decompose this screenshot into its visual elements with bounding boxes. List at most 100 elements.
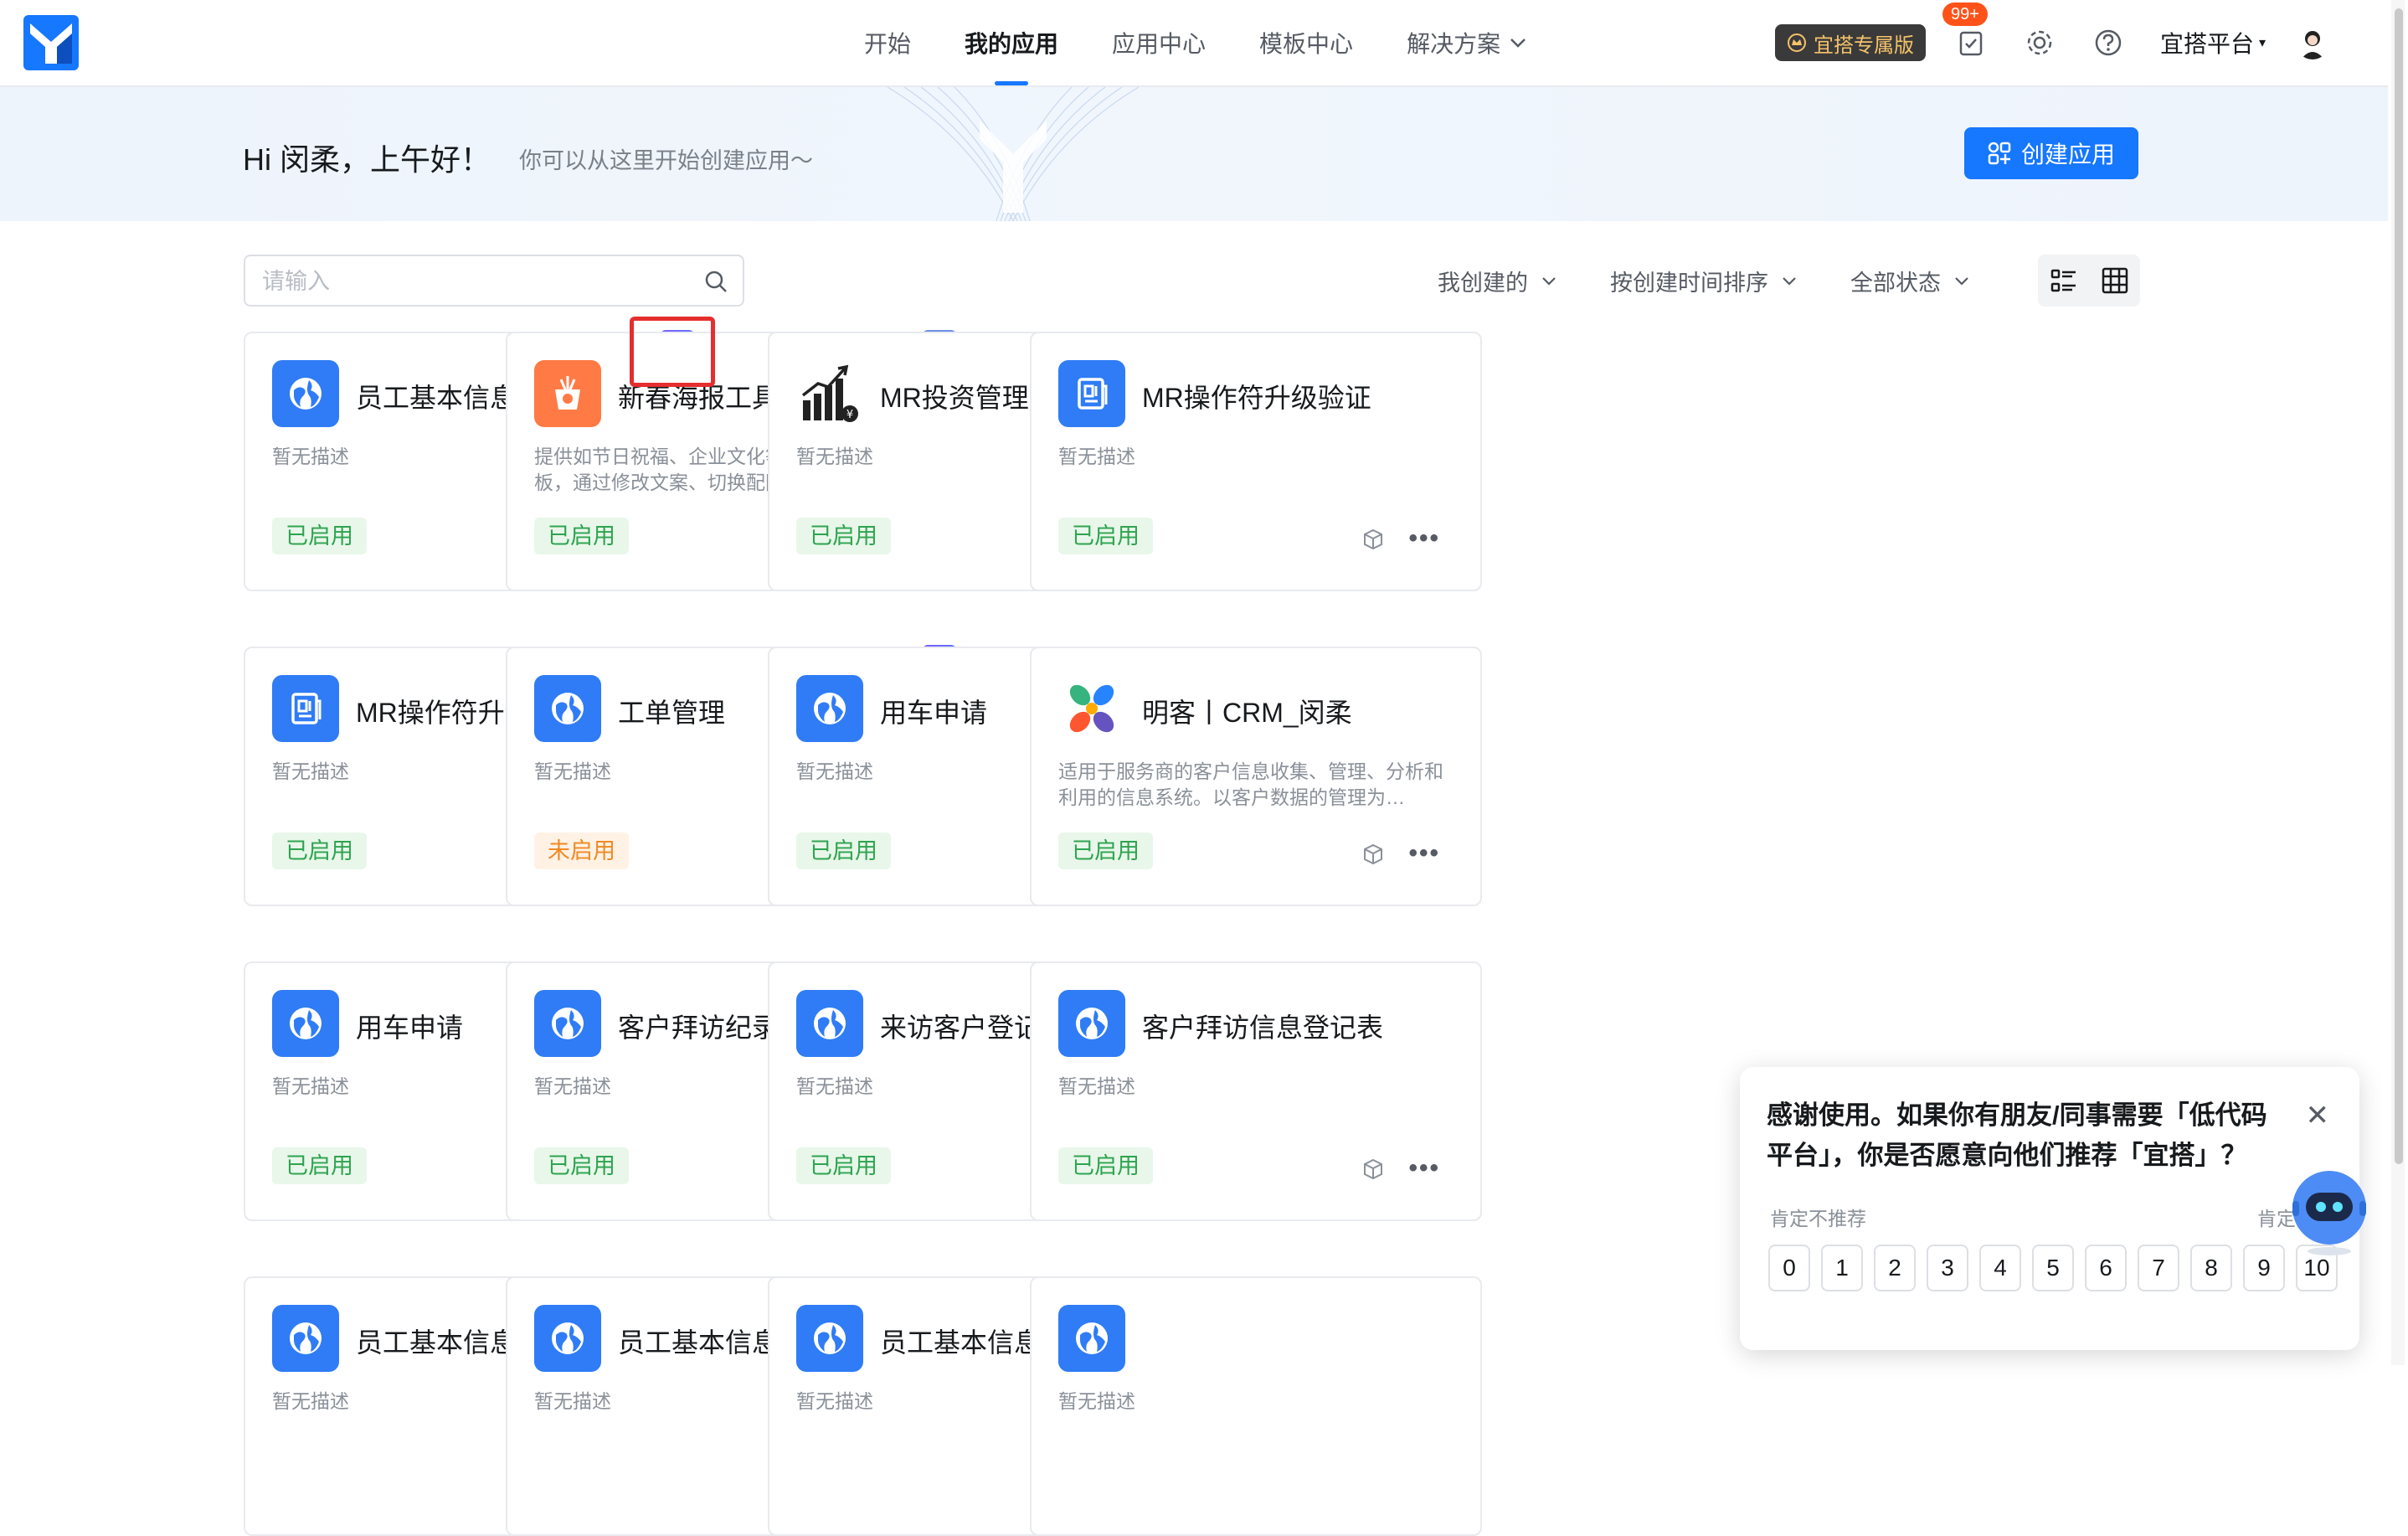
app-card[interactable]: 客户拜访信息登记表暂无描述已启用 ••• — [1030, 961, 1482, 1221]
notification-badge: 99+ — [1942, 3, 1988, 26]
app-description: 暂无描述 — [1058, 446, 1135, 467]
help-button[interactable] — [2092, 26, 2125, 59]
main-nav: 开始 我的应用 应用中心 模板中心 解决方案 — [837, 0, 1554, 85]
platform-switcher[interactable]: 宜搭平台 ▾ — [2160, 26, 2266, 59]
search-icon[interactable] — [704, 270, 728, 293]
caret-down-icon: ▾ — [2258, 36, 2266, 50]
yida-logo-icon[interactable] — [23, 15, 79, 70]
globe-icon — [1058, 1305, 1125, 1372]
question-icon — [2095, 29, 2122, 56]
notification-button[interactable]: 99+ — [1942, 3, 1988, 59]
score-option[interactable]: 7 — [2138, 1245, 2179, 1291]
cube-icon[interactable] — [1361, 1157, 1385, 1181]
score-option[interactable]: 8 — [2190, 1245, 2232, 1291]
score-low-label: 肯定不推荐 — [1770, 1208, 1866, 1229]
assistant-robot-icon[interactable] — [2289, 1167, 2369, 1258]
globe-icon — [272, 1305, 339, 1372]
chevron-down-icon — [1955, 277, 1968, 286]
globe-icon — [272, 990, 339, 1057]
score-option[interactable]: 0 — [1768, 1245, 1810, 1291]
globe-icon — [796, 990, 863, 1057]
search-box — [244, 255, 744, 307]
app-name: 客户拜访信息登记表 — [1142, 1013, 1384, 1043]
app-name: 用车申请 — [880, 698, 988, 728]
more-icon[interactable]: ••• — [1408, 1154, 1440, 1183]
status-badge: 已启用 — [1058, 1147, 1153, 1184]
globe-icon — [534, 990, 601, 1057]
view-toggle — [2038, 255, 2140, 307]
app-description: 暂无描述 — [1058, 1075, 1135, 1097]
app-name: 工单管理 — [618, 698, 726, 728]
document-icon — [1058, 360, 1125, 427]
status-badge: 已启用 — [1058, 518, 1153, 554]
apps-plus-icon — [1988, 142, 2011, 165]
score-option[interactable]: 6 — [2085, 1245, 2127, 1291]
app-name: 明客丨CRM_闵柔 — [1142, 698, 1352, 728]
avatar-image — [2296, 26, 2329, 59]
app-description: 适用于服务商的客户信息收集、管理、分析和利用的信息系统。以客户数据的管理为… — [1058, 760, 1443, 808]
score-option[interactable]: 1 — [1821, 1245, 1863, 1291]
nav-my-apps[interactable]: 我的应用 — [965, 0, 1058, 85]
status-badge: 已启用 — [796, 832, 891, 869]
nps-feedback-popup: 感谢使用。如果你有朋友/同事需要「低代码平台」，你是否愿意向他们推荐「宜搭」？ … — [1740, 1067, 2359, 1350]
greeting-subtitle: 你可以从这里开始创建应用～ — [519, 148, 813, 173]
cube-icon[interactable] — [1361, 843, 1385, 866]
annotation-highlight-box — [630, 317, 715, 387]
scrollbar-thumb[interactable] — [2395, 8, 2403, 1164]
svg-text:¥: ¥ — [846, 409, 853, 421]
status-badge: 已启用 — [272, 1147, 367, 1184]
investment-chart-icon: ¥ — [796, 360, 863, 427]
more-icon[interactable]: ••• — [1408, 839, 1440, 868]
status-badge: 已启用 — [1058, 832, 1153, 869]
nav-app-center[interactable]: 应用中心 — [1112, 0, 1206, 85]
cube-icon[interactable] — [1361, 528, 1385, 551]
globe-icon — [534, 675, 601, 742]
creator-filter[interactable]: 我创建的 — [1438, 265, 1558, 297]
more-icon[interactable]: ••• — [1408, 524, 1440, 553]
status-badge: 已启用 — [272, 832, 367, 869]
crm-logo-icon — [1058, 675, 1125, 742]
grid-view-icon[interactable] — [2101, 266, 2129, 295]
search-input[interactable] — [260, 268, 682, 296]
nav-template-center[interactable]: 模板中心 — [1259, 0, 1353, 85]
user-avatar[interactable] — [2296, 26, 2329, 59]
close-icon[interactable]: ✕ — [2306, 1099, 2330, 1132]
app-card[interactable]: MR操作符升级验证暂无描述已启用 ••• — [1030, 332, 1482, 591]
score-option[interactable]: 4 — [1979, 1245, 2021, 1291]
status-badge: 已启用 — [534, 518, 629, 554]
app-card[interactable]: 暂无描述 — [1030, 1276, 1482, 1536]
gear-icon — [2027, 30, 2052, 55]
app-name: MR投资管理 — [880, 383, 1029, 413]
score-option[interactable]: 2 — [1874, 1245, 1916, 1291]
score-option[interactable]: 3 — [1927, 1245, 1968, 1291]
chevron-down-icon — [1783, 277, 1796, 286]
create-app-button[interactable]: 创建应用 — [1964, 127, 2138, 179]
status-badge: 已启用 — [272, 518, 367, 554]
status-badge: 已启用 — [796, 518, 891, 554]
nav-start[interactable]: 开始 — [864, 0, 911, 85]
exclusive-edition-button[interactable]: 宜搭专属版 — [1774, 24, 1926, 61]
status-badge: 未启用 — [534, 832, 629, 869]
globe-icon — [272, 360, 339, 427]
feedback-question: 感谢使用。如果你有朋友/同事需要「低代码平台」，你是否愿意向他们推荐「宜搭」？ — [1767, 1100, 2267, 1170]
globe-icon — [534, 1305, 601, 1372]
crown-icon — [1787, 34, 1806, 52]
status-badge: 已启用 — [534, 1147, 629, 1184]
settings-button[interactable] — [2023, 26, 2056, 59]
banner-decoration — [887, 87, 1140, 221]
nav-solutions[interactable]: 解决方案 — [1407, 0, 1527, 85]
app-card[interactable]: 明客丨CRM_闵柔适用于服务商的客户信息收集、管理、分析和利用的信息系统。以客户… — [1030, 647, 1482, 906]
score-options: 0 1 2 3 4 5 6 7 8 9 10 — [1768, 1245, 2349, 1291]
score-option[interactable]: 5 — [2032, 1245, 2074, 1291]
sort-filter[interactable]: 按创建时间排序 — [1610, 265, 1798, 297]
list-view-icon[interactable] — [2050, 266, 2078, 295]
globe-icon — [796, 675, 863, 742]
app-name: 客户拜访纪录 — [618, 1013, 780, 1043]
chevron-down-icon — [1510, 39, 1526, 48]
score-option[interactable]: 9 — [2243, 1245, 2285, 1291]
filter-bar: 我创建的 按创建时间排序 全部状态 — [1386, 255, 1971, 307]
document-icon — [272, 675, 339, 742]
gift-box-icon — [534, 360, 601, 427]
app-name: 用车申请 — [356, 1013, 464, 1043]
status-filter[interactable]: 全部状态 — [1850, 265, 1971, 297]
